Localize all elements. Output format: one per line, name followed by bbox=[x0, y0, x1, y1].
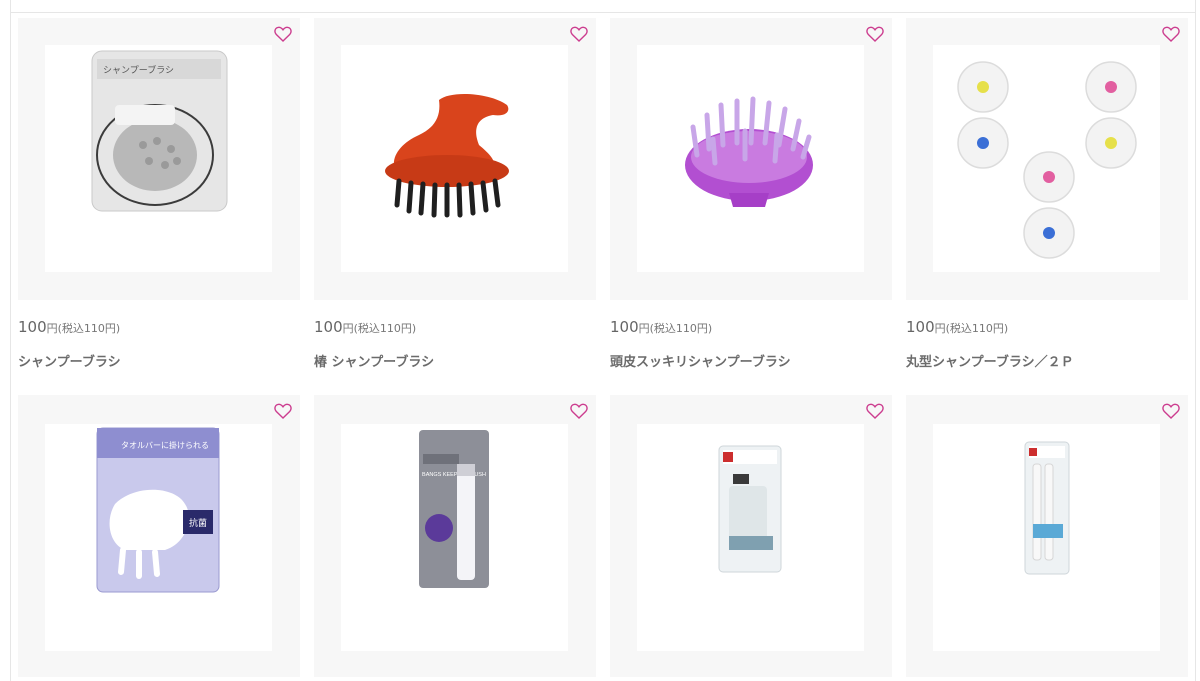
package-label: シャンプーブラシ bbox=[103, 64, 174, 75]
purple-shampoo-brush-image bbox=[637, 45, 864, 272]
favorite-heart-icon[interactable] bbox=[274, 26, 292, 42]
product-name[interactable]: 頭皮スッキリシャンプーブラシ bbox=[610, 351, 791, 370]
product-image-frame[interactable]: シャンプーブラシ bbox=[18, 18, 300, 300]
favorite-heart-icon[interactable] bbox=[866, 26, 884, 42]
travel-tube-set-image bbox=[933, 424, 1160, 651]
product-name[interactable]: シャンプーブラシ bbox=[18, 351, 121, 370]
product-name[interactable]: 丸型シャンプーブラシ／２Ｐ bbox=[906, 351, 1074, 370]
bangs-keeper-brush-image: BANGS KEEPER BRUSH bbox=[341, 424, 568, 651]
travel-bottle-set-image bbox=[637, 424, 864, 651]
product-price: 100円(税込110円) bbox=[18, 318, 121, 336]
package-label: BANGS KEEPER BRUSH bbox=[422, 472, 486, 478]
orange-shampoo-brush-image bbox=[341, 45, 568, 272]
product-image-frame[interactable] bbox=[610, 18, 892, 300]
favorite-heart-icon[interactable] bbox=[1162, 403, 1180, 419]
favorite-heart-icon[interactable] bbox=[570, 26, 588, 42]
favorite-heart-icon[interactable] bbox=[274, 403, 292, 419]
product-image-frame[interactable]: タオルバーに掛けられる 抗菌 bbox=[18, 395, 300, 677]
towel-bar-shampoo-brush-image: タオルバーに掛けられる 抗菌 bbox=[45, 424, 272, 651]
product-price: 100円(税込110円) bbox=[906, 318, 1009, 336]
favorite-heart-icon[interactable] bbox=[866, 403, 884, 419]
package-label: タオルバーに掛けられる bbox=[121, 440, 209, 450]
product-price: 100円(税込110円) bbox=[314, 318, 417, 336]
product-image-frame[interactable] bbox=[906, 395, 1188, 677]
round-shampoo-brushes-image bbox=[933, 45, 1160, 272]
product-image-frame[interactable] bbox=[314, 18, 596, 300]
top-divider bbox=[10, 12, 1196, 13]
product-name[interactable]: 椿 シャンプーブラシ bbox=[314, 351, 434, 370]
product-image-frame[interactable] bbox=[610, 395, 892, 677]
favorite-heart-icon[interactable] bbox=[570, 403, 588, 419]
antibacterial-badge: 抗菌 bbox=[189, 517, 207, 528]
favorite-heart-icon[interactable] bbox=[1162, 26, 1180, 42]
product-image-frame[interactable] bbox=[906, 18, 1188, 300]
packaged-shampoo-brush-image: シャンプーブラシ bbox=[45, 45, 272, 272]
product-image-frame[interactable]: BANGS KEEPER BRUSH bbox=[314, 395, 596, 677]
product-price: 100円(税込110円) bbox=[610, 318, 713, 336]
